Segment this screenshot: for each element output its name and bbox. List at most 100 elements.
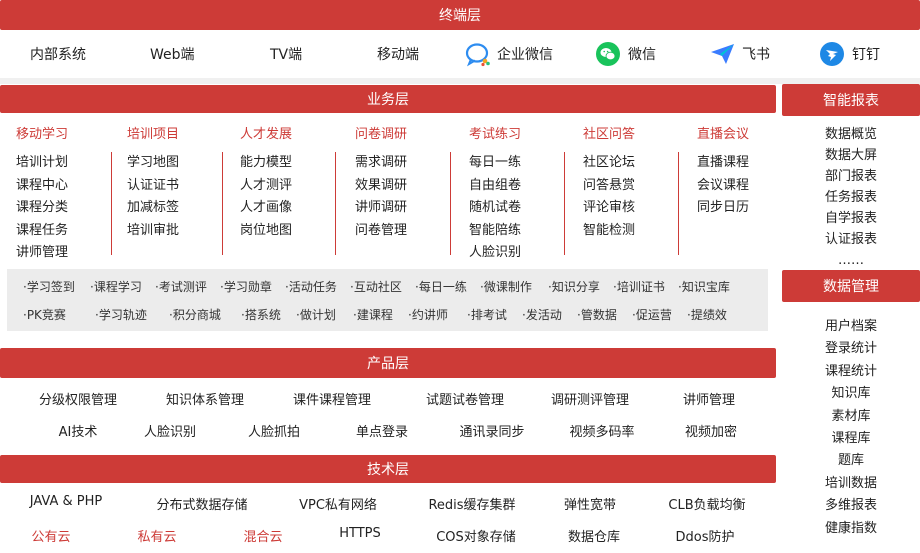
business-item[interactable]: 能力模型 (240, 152, 335, 175)
business-item[interactable]: 会议课程 (697, 175, 793, 198)
data-management-item[interactable]: 题库 (782, 450, 920, 472)
business-column-head[interactable]: 社区问答 (567, 123, 682, 142)
product-item[interactable]: 视频加密 (685, 421, 737, 440)
business-item[interactable]: 自由组卷 (469, 175, 564, 198)
smart-report-item[interactable]: 自学报表 (782, 208, 920, 229)
business-column-head[interactable]: 培训项目 (111, 123, 226, 142)
business-item[interactable]: 加减标签 (127, 197, 222, 220)
data-management-item[interactable]: 课程统计 (782, 361, 920, 383)
tech-item[interactable]: Redis缓存集群 (428, 494, 515, 513)
tech-item[interactable]: 私有云 (137, 526, 176, 545)
feature-tag[interactable]: ·提绩效 (687, 306, 727, 323)
tech-item[interactable]: 弹性宽带 (564, 494, 616, 513)
data-management-item[interactable]: 登录统计 (782, 338, 920, 360)
product-item[interactable]: 分级权限管理 (39, 389, 117, 408)
feature-tag[interactable]: ·排考试 (467, 306, 507, 323)
tech-item[interactable]: COS对象存储 (436, 526, 516, 545)
terminal-item-tv[interactable]: TV端 (270, 30, 302, 78)
business-item[interactable]: 认证证书 (127, 175, 222, 198)
business-item[interactable]: 智能检测 (583, 220, 678, 243)
smart-report-item[interactable]: 部门报表 (782, 166, 920, 187)
business-item[interactable]: 培训审批 (127, 220, 222, 243)
feature-tag[interactable]: ·学习轨迹 (95, 306, 147, 323)
business-item[interactable]: 人脸识别 (469, 242, 564, 265)
business-item[interactable]: 课程中心 (16, 175, 111, 198)
feature-tag[interactable]: ·互动社区 (350, 278, 402, 295)
product-item[interactable]: 人脸识别 (144, 421, 196, 440)
tech-item[interactable]: HTTPS (339, 526, 381, 541)
product-item[interactable]: 视频多码率 (569, 421, 634, 440)
smart-report-item[interactable]: 认证报表 (782, 229, 920, 250)
feature-tag[interactable]: ·促运营 (632, 306, 672, 323)
terminal-item-dingtalk[interactable]: 钉钉 (820, 30, 880, 78)
product-item[interactable]: 单点登录 (356, 421, 408, 440)
feature-tag[interactable]: ·建课程 (353, 306, 393, 323)
business-item[interactable]: 社区论坛 (583, 152, 678, 175)
feature-tag[interactable]: ·知识宝库 (678, 278, 730, 295)
business-item[interactable]: 课程任务 (16, 220, 111, 243)
business-item[interactable]: 随机试卷 (469, 197, 564, 220)
smart-report-item[interactable]: 任务报表 (782, 187, 920, 208)
business-item[interactable]: 学习地图 (127, 152, 222, 175)
feature-tag[interactable]: ·管数据 (577, 306, 617, 323)
feature-tag[interactable]: ·PK竞赛 (23, 306, 66, 323)
tech-item[interactable]: 公有云 (31, 526, 70, 545)
product-item[interactable]: 通讯录同步 (459, 421, 524, 440)
business-item[interactable]: 问答悬赏 (583, 175, 678, 198)
business-item[interactable]: 每日一练 (469, 152, 564, 175)
business-item[interactable]: 智能陪练 (469, 220, 564, 243)
terminal-item-wecom[interactable]: 企业微信 (465, 30, 553, 78)
data-management-item[interactable]: 多维报表 (782, 495, 920, 517)
business-item[interactable]: 培训计划 (16, 152, 111, 175)
data-management-item[interactable]: 用户档案 (782, 316, 920, 338)
product-item[interactable]: 调研测评管理 (551, 389, 629, 408)
business-item[interactable]: 人才测评 (240, 175, 335, 198)
product-item[interactable]: AI技术 (59, 421, 98, 440)
data-management-item[interactable]: 知识库 (782, 383, 920, 405)
smart-report-item[interactable]: 数据大屏 (782, 145, 920, 166)
tech-item[interactable]: VPC私有网络 (299, 494, 377, 513)
business-item[interactable]: 讲师管理 (16, 242, 111, 265)
terminal-item-internal[interactable]: 内部系统 (30, 30, 86, 78)
tech-item[interactable]: Ddos防护 (676, 526, 735, 545)
business-column-head[interactable]: 问卷调研 (339, 123, 454, 142)
feature-tag[interactable]: ·学习签到 (23, 278, 75, 295)
feature-tag[interactable]: ·培训证书 (613, 278, 665, 295)
terminal-item-web[interactable]: Web端 (150, 30, 195, 78)
tech-item[interactable]: 分布式数据存储 (156, 494, 247, 513)
data-management-item[interactable]: 健康指数 (782, 518, 920, 540)
smart-report-item[interactable]: …… (782, 250, 920, 271)
business-item[interactable]: 需求调研 (355, 152, 450, 175)
business-item[interactable]: 讲师调研 (355, 197, 450, 220)
feature-tag[interactable]: ·约讲师 (408, 306, 448, 323)
product-item[interactable]: 人脸抓拍 (248, 421, 300, 440)
terminal-item-feishu[interactable]: 飞书 (710, 30, 770, 78)
business-column-head[interactable]: 移动学习 (0, 123, 115, 142)
business-column-head[interactable]: 人才发展 (224, 123, 339, 142)
product-item[interactable]: 知识体系管理 (166, 389, 244, 408)
product-item[interactable]: 试题试卷管理 (426, 389, 504, 408)
business-column-head[interactable]: 直播会议 (681, 123, 796, 142)
tech-item[interactable]: 混合云 (243, 526, 282, 545)
business-item[interactable]: 课程分类 (16, 197, 111, 220)
feature-tag[interactable]: ·积分商城 (169, 306, 221, 323)
business-item[interactable]: 同步日历 (697, 197, 793, 220)
business-item[interactable]: 直播课程 (697, 152, 793, 175)
product-item[interactable]: 课件课程管理 (293, 389, 371, 408)
feature-tag[interactable]: ·微课制作 (480, 278, 532, 295)
data-management-item[interactable]: 素材库 (782, 406, 920, 428)
feature-tag[interactable]: ·知识分享 (548, 278, 600, 295)
product-item[interactable]: 讲师管理 (683, 389, 735, 408)
feature-tag[interactable]: ·做计划 (296, 306, 336, 323)
feature-tag[interactable]: ·课程学习 (90, 278, 142, 295)
tech-item[interactable]: 数据仓库 (568, 526, 620, 545)
smart-report-item[interactable]: 数据概览 (782, 124, 920, 145)
tech-item[interactable]: JAVA & PHP (30, 494, 102, 509)
feature-tag[interactable]: ·发活动 (522, 306, 562, 323)
data-management-item[interactable]: 课程库 (782, 428, 920, 450)
data-management-item[interactable]: 培训数据 (782, 473, 920, 495)
terminal-item-mobile[interactable]: 移动端 (377, 30, 419, 78)
business-item[interactable]: 效果调研 (355, 175, 450, 198)
feature-tag[interactable]: ·考试测评 (155, 278, 207, 295)
business-item[interactable]: 人才画像 (240, 197, 335, 220)
